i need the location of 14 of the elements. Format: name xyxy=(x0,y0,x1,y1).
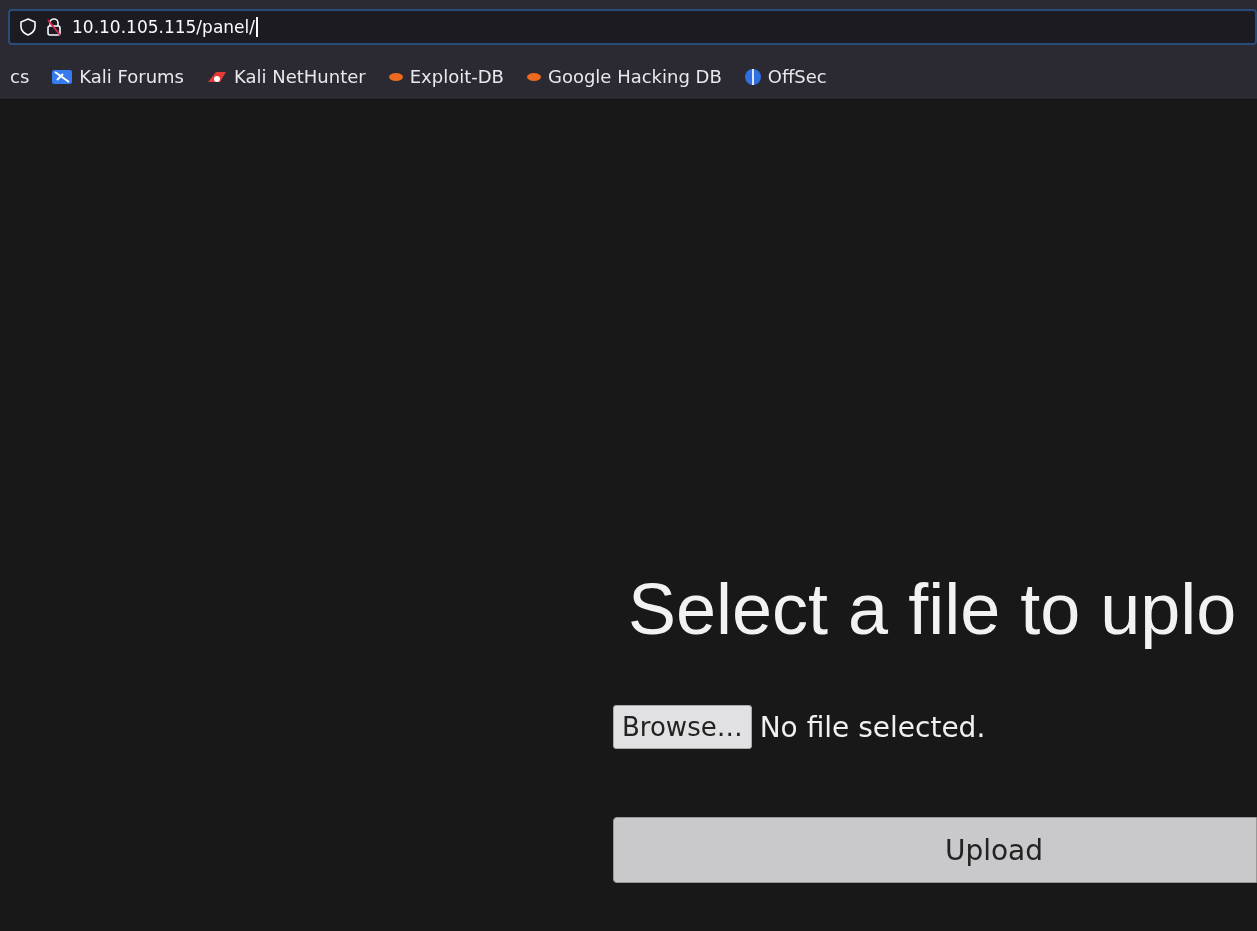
bookmark-link[interactable]: OffSec xyxy=(743,66,827,87)
upload-button[interactable]: Upload xyxy=(613,817,1257,884)
bookmark-link[interactable]: Google Hacking DB xyxy=(525,66,722,87)
bookmark-link[interactable]: Kali Forums xyxy=(51,66,184,87)
bookmark-link[interactable]: Kali NetHunter xyxy=(205,66,366,87)
file-status: No file selected. xyxy=(759,710,986,744)
url-text: 10.10.105.115/panel/ xyxy=(72,17,258,37)
shield-icon xyxy=(20,18,36,36)
address-bar[interactable]: 10.10.105.115/panel/ xyxy=(8,9,1257,45)
browse-button[interactable]: Browse… xyxy=(613,705,752,750)
lock-icon xyxy=(46,18,62,36)
bookmark-link[interactable]: cs xyxy=(10,66,30,87)
page-heading: Select a file to uplo xyxy=(628,570,1238,650)
bookmark-link[interactable]: Exploit-DB xyxy=(387,66,504,87)
